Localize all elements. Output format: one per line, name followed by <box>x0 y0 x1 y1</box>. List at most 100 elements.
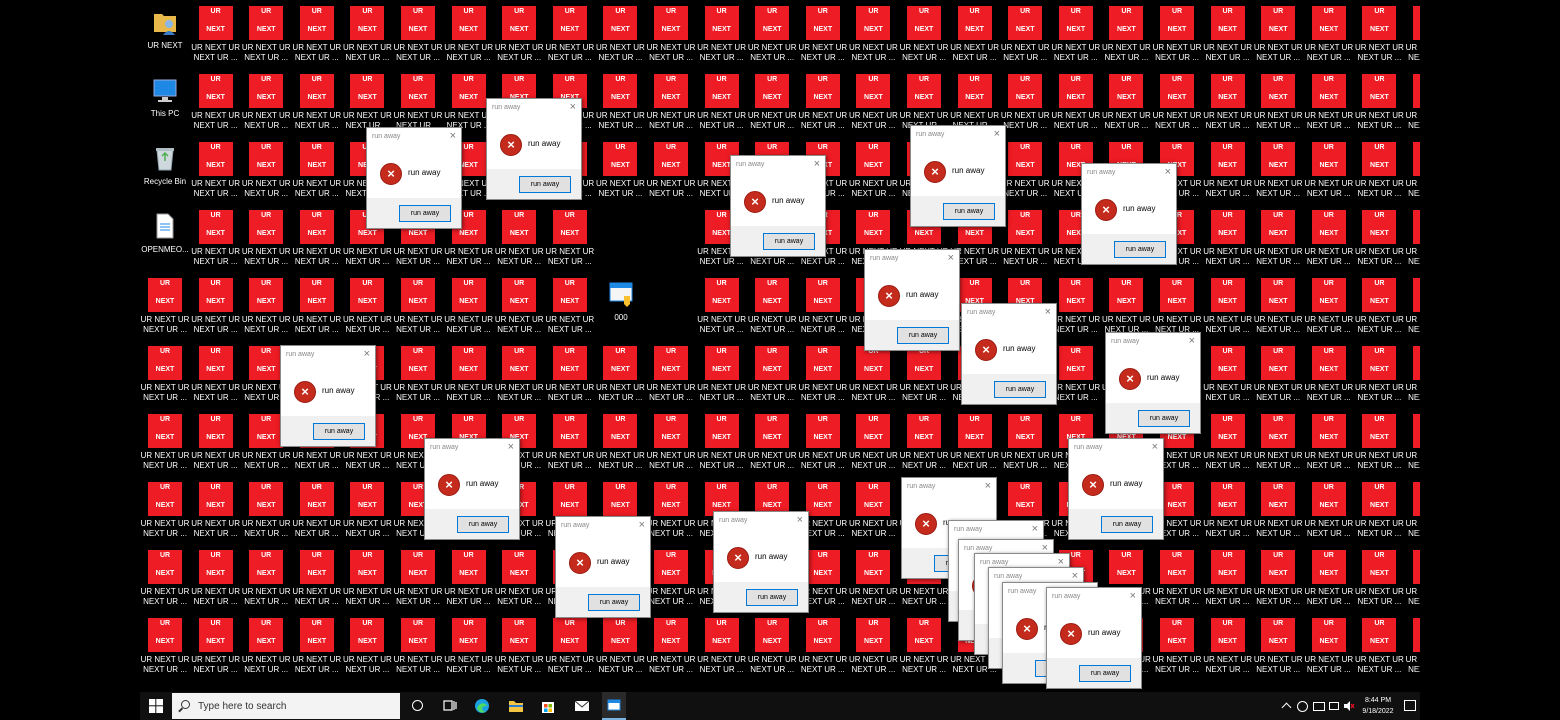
desktop-icon-ur-next[interactable]: UR NEXT UR NEXT UR NEXT UR ... <box>1354 4 1404 68</box>
desktop-icon-ur-next[interactable]: UR NEXT UR NEXT UR NEXT UR ... <box>1354 480 1404 544</box>
desktop-icon-ur-next[interactable]: UR NEXT UR NEXT UR NEXT UR ... <box>545 412 595 476</box>
close-icon[interactable]: × <box>985 480 991 492</box>
run-away-button[interactable]: run away <box>519 176 571 193</box>
desktop-icon-ur-next[interactable]: UR NEXT UR NEXT UR NEXT UR ... <box>342 616 392 680</box>
task-view-button[interactable] <box>442 692 458 720</box>
desktop-icon-ur-next[interactable]: UR NEXT UR NEXT UR NEXT UR ... <box>393 616 443 680</box>
desktop-icon-this-pc[interactable]: This PC <box>140 72 190 132</box>
running-app[interactable] <box>602 692 626 720</box>
run-away-button[interactable]: run away <box>588 594 640 611</box>
dialog-titlebar[interactable]: run away × <box>425 439 519 457</box>
close-icon[interactable]: × <box>1032 523 1038 535</box>
run-away-button[interactable]: run away <box>763 233 815 250</box>
desktop-icon-ur-next[interactable]: UR NEXT UR NEXT UR NEXT UR ... <box>1253 548 1303 612</box>
desktop-icon-ur-next[interactable]: UR NEXT UR NEXT UR NEXT UR ... <box>1354 72 1404 136</box>
desktop-icon-ur-next[interactable]: UR NEXT UR NEXT UR NEXT UR ... <box>1203 480 1253 544</box>
desktop-icon-ur-next[interactable]: UR NEXT UR NEXT UR NEXT UR ... <box>1203 548 1253 612</box>
desktop-icon-ur-next[interactable]: UR NEXT UR NEXT UR NEXT UR ... <box>646 616 696 680</box>
desktop-icon-ur-next[interactable]: UR NEXT UR NEXT UR NEXT UR ... <box>595 412 645 476</box>
error-dialog[interactable]: run away × × run away run away <box>864 249 960 351</box>
desktop-icon-ur-next[interactable]: UR NEXT UR NEXT UR NEXT UR ... <box>697 276 747 340</box>
desktop-icon-ur-next[interactable]: UR NEXT UR NEXT UR NEXT UR ... <box>1304 276 1354 340</box>
desktop-icon-ur-next[interactable]: UR NEXT UR NEXT UR NEXT UR ... <box>292 208 342 272</box>
desktop-icon-ur-next[interactable]: UR NEXT UR NEXT UR NEXT UR ... <box>545 208 595 272</box>
close-icon[interactable]: × <box>814 158 820 170</box>
error-dialog[interactable]: run away × × run away run away <box>1046 587 1142 689</box>
desktop-icon-ur-next[interactable]: UR NEXT UR NEXT UR NEXT UR ... <box>848 140 898 204</box>
desktop-icon-ur-next[interactable]: UR NEXT UR NEXT UR NEXT UR ... <box>342 548 392 612</box>
desktop-icon-ur-next[interactable]: UR NEXT UR NEXT UR NEXT UR ... <box>848 412 898 476</box>
desktop-icon-ur-next[interactable]: UR NEXT UR NEXT UR NEXT UR ... <box>1253 412 1303 476</box>
desktop-icon-ur-next[interactable]: UR NEXT UR NEXT UR NEXT UR ... <box>899 616 949 680</box>
desktop-icon-ur-next[interactable]: UR NEXT UR NEXT UR NEXT UR ... <box>798 276 848 340</box>
desktop-icon-ur-next[interactable]: UR NEXT UR NEXT UR NEXT UR ... <box>241 548 291 612</box>
desktop-icon-ur-next[interactable]: UR NEXT UR NEXT UR NEXT UR ... <box>292 4 342 68</box>
desktop-icon-ur-next[interactable]: UR NEXT UR NEXT UR NEXT UR ... <box>545 616 595 680</box>
desktop-icon-ur-next[interactable]: UR NEXT UR NEXT UR NEXT UR ... <box>1203 412 1253 476</box>
desktop-icon-ur-next[interactable]: UR NEXT UR NEXT UR NEXT UR ... <box>1152 4 1202 68</box>
desktop[interactable]: UR NEXT This PC Recycle Bin OPENMEO... 0… <box>140 0 1420 692</box>
desktop-icon-ur-next[interactable]: UR NEXT UR NEXT UR NEXT UR ... <box>1354 344 1404 408</box>
desktop-icon-ur-next[interactable]: UR NEXT UR NEXT UR NEXT UR ... <box>747 616 797 680</box>
desktop-icon-ur-next[interactable]: UR NEXT UR NEXT UR NEXT UR ... <box>393 344 443 408</box>
desktop-icon-ur-next[interactable]: UR NEXT UR NEXT UR NEXT UR ... <box>747 276 797 340</box>
desktop-icon-ur-next[interactable]: UR NEXT UR NEXT UR NEXT UR ... <box>191 276 241 340</box>
desktop-icon-ur-next[interactable]: UR NEXT UR NEXT UR NEXT UR ... <box>191 4 241 68</box>
run-away-button[interactable]: run away <box>1101 516 1153 533</box>
desktop-icon-ur-next[interactable]: UR NEXT UR NEXT UR NEXT UR ... <box>1253 276 1303 340</box>
desktop-icon-ur-next[interactable]: UR NEXT UR NEXT UR NEXT UR ... <box>1405 208 1420 272</box>
desktop-icon-ur-next[interactable]: UR NEXT UR NEXT UR NEXT UR ... <box>697 72 747 136</box>
run-away-button[interactable]: run away <box>1114 241 1166 258</box>
desktop-icon-ur-next[interactable]: UR NEXT UR NEXT UR NEXT UR ... <box>646 72 696 136</box>
dialog-titlebar[interactable]: run away × <box>1047 588 1141 606</box>
desktop-icon-ur-next[interactable]: UR NEXT UR NEXT UR NEXT UR ... <box>140 616 190 680</box>
desktop-icon-ur-next[interactable]: UR NEXT UR NEXT UR NEXT UR ... <box>241 276 291 340</box>
desktop-icon-ur-next[interactable]: UR NEXT UR NEXT UR NEXT UR ... <box>494 4 544 68</box>
cortana-button[interactable] <box>410 692 426 720</box>
desktop-icon-ur-next[interactable]: UR NEXT UR NEXT UR NEXT UR ... <box>1152 616 1202 680</box>
desktop-icon-ur-next[interactable]: UR NEXT UR NEXT UR NEXT UR ... <box>1051 344 1101 408</box>
desktop-icon-ur-next[interactable]: UR NEXT UR NEXT UR NEXT UR ... <box>747 72 797 136</box>
close-icon[interactable]: × <box>1189 335 1195 347</box>
error-dialog[interactable]: run away × × run away run away <box>1081 163 1177 265</box>
close-icon[interactable]: × <box>508 441 514 453</box>
desktop-icon-ur-next[interactable]: UR NEXT UR NEXT UR NEXT UR ... <box>140 548 190 612</box>
desktop-icon-ur-next[interactable]: UR NEXT UR NEXT UR NEXT UR ... <box>1051 276 1101 340</box>
desktop-icon-ur-next[interactable]: UR NEXT UR NEXT UR NEXT UR ... <box>292 548 342 612</box>
desktop-icon-ur-next[interactable]: UR NEXT UR NEXT UR NEXT UR ... <box>494 548 544 612</box>
desktop-icon-ur-next[interactable]: UR NEXT UR NEXT UR NEXT UR ... <box>646 4 696 68</box>
close-icon[interactable]: × <box>994 128 1000 140</box>
desktop-icon-ur-next[interactable]: UR NEXT UR NEXT UR NEXT UR ... <box>444 616 494 680</box>
desktop-icon-ur-next[interactable]: UR NEXT UR NEXT UR NEXT UR ... <box>848 616 898 680</box>
desktop-icon-ur-next[interactable]: UR NEXT UR NEXT UR NEXT UR ... <box>1354 208 1404 272</box>
desktop-icon-ur-next[interactable]: UR NEXT UR NEXT UR NEXT UR ... <box>1203 140 1253 204</box>
desktop-icon-ur-next[interactable]: UR NEXT UR NEXT UR NEXT UR ... <box>595 616 645 680</box>
desktop-icon-ur-next[interactable]: UR NEXT UR NEXT UR NEXT UR ... <box>1000 4 1050 68</box>
desktop-icon-ur-next[interactable]: UR NEXT UR NEXT UR NEXT UR ... <box>241 72 291 136</box>
start-button[interactable] <box>144 692 168 720</box>
desktop-icon-ur-next[interactable]: UR NEXT UR NEXT UR NEXT UR ... <box>1101 4 1151 68</box>
desktop-icon-ur-next[interactable]: UR NEXT UR NEXT UR NEXT UR ... <box>1405 344 1420 408</box>
desktop-icon-ur-next[interactable]: UR NEXT UR NEXT UR NEXT UR ... <box>494 208 544 272</box>
error-dialog[interactable]: run away × × run away run away <box>910 125 1006 227</box>
desktop-icon-ur-next[interactable]: UR NEXT UR NEXT UR NEXT UR ... <box>292 140 342 204</box>
dialog-titlebar[interactable]: run away × <box>714 512 808 530</box>
desktop-icon-ur-next[interactable]: UR NEXT UR NEXT UR NEXT UR ... <box>1051 4 1101 68</box>
desktop-icon-ur-next[interactable]: UR NEXT UR NEXT UR NEXT UR ... <box>1203 616 1253 680</box>
desktop-icon-ur-next[interactable]: UR NEXT UR NEXT UR NEXT UR ... <box>1152 548 1202 612</box>
close-icon[interactable]: × <box>1165 166 1171 178</box>
desktop-icon-ur-next[interactable]: UR NEXT UR NEXT UR NEXT UR ... <box>444 4 494 68</box>
desktop-icon-ur-next[interactable]: UR NEXT UR NEXT UR NEXT UR ... <box>595 72 645 136</box>
run-away-button[interactable]: run away <box>1138 410 1190 427</box>
desktop-icon-ur-next[interactable]: UR NEXT UR NEXT UR NEXT UR ... <box>1203 208 1253 272</box>
desktop-icon-ur-next[interactable]: UR NEXT UR NEXT UR NEXT UR ... <box>747 4 797 68</box>
desktop-icon-ur-next[interactable]: UR NEXT UR NEXT UR NEXT UR ... <box>848 548 898 612</box>
dialog-titlebar[interactable]: run away × <box>1082 164 1176 182</box>
edge-app[interactable] <box>472 692 492 720</box>
desktop-icon-ur-next[interactable]: UR NEXT UR NEXT UR NEXT UR ... <box>191 72 241 136</box>
run-away-button[interactable]: run away <box>313 423 365 440</box>
desktop-icon-ur-next[interactable]: UR NEXT UR NEXT UR NEXT UR ... <box>595 344 645 408</box>
desktop-icon-ur-next[interactable]: UR NEXT UR NEXT UR NEXT UR ... <box>393 276 443 340</box>
run-away-button[interactable]: run away <box>897 327 949 344</box>
desktop-icon-ur-next[interactable]: UR NEXT UR NEXT UR NEXT UR ... <box>1304 72 1354 136</box>
